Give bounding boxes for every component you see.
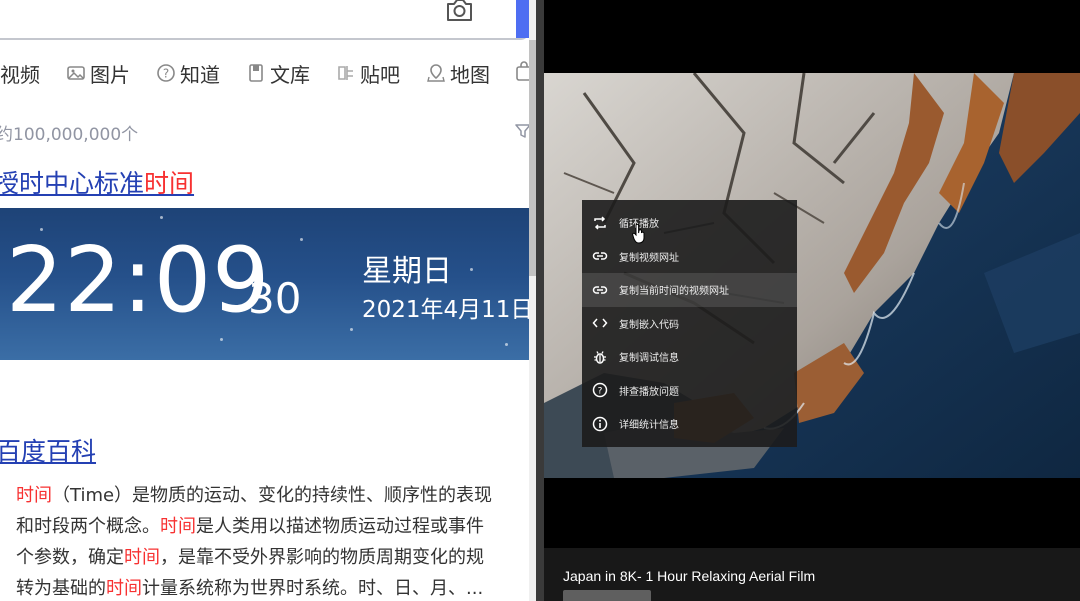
tab-tieba[interactable]: 贴吧	[336, 58, 400, 88]
baike-line: 转为基础的时间计量系统称为世界时系统。时、日、月、...	[16, 573, 536, 601]
menu-item-copy-embed-code[interactable]: 复制嵌入代码	[582, 307, 797, 341]
camera-icon[interactable]	[443, 0, 475, 22]
baike-text-segment: 是人类用以描述物质运动过程或事件	[196, 516, 484, 537]
menu-item-label: 复制视频网址	[619, 252, 679, 264]
baike-line: 个参数，确定时间，是靠不受外界影响的物质周期变化的规	[16, 542, 536, 573]
menu-item-loop[interactable]: 循环播放	[582, 206, 797, 240]
menu-item-copy-video-url[interactable]: 复制视频网址	[582, 240, 797, 274]
menu-item-troubleshoot-playback[interactable]: ? 排查播放问题	[582, 374, 797, 408]
video-info-bar: Japan in 8K- 1 Hour Relaxing Aerial Film	[544, 548, 1080, 601]
context-menu: 循环播放 复制视频网址 复制当前时间的视频网址 复制嵌入代码 复制调试信息 ? …	[582, 200, 797, 447]
baike-abstract: 时间（Time）是物质的运动、变化的持续性、顺序性的表现 和时段两个概念。时间是人…	[16, 480, 536, 601]
menu-item-stats-for-nerds[interactable]: 详细统计信息	[582, 407, 797, 441]
tab-wenku[interactable]: 文库	[246, 58, 310, 88]
keyword-highlight: 时间	[124, 547, 160, 568]
menu-item-label: 复制调试信息	[619, 353, 679, 365]
search-nav-tabs: 视频 图片 ? 知道 文库 贴吧 地图	[0, 58, 536, 88]
keyword-highlight: 时间	[160, 516, 196, 537]
document-icon	[249, 64, 263, 82]
star-decoration	[505, 343, 508, 346]
baike-text-segment: 个参数，确定	[16, 547, 124, 568]
clock-weekday: 星期日	[362, 254, 452, 289]
baike-text-segment: （Time）是物质的运动、变化的持续性、顺序性的表现	[52, 485, 493, 506]
tab-video[interactable]: 视频	[0, 58, 40, 88]
tieba-icon	[338, 66, 353, 80]
info-icon	[592, 416, 608, 432]
baike-title-link[interactable]: 百度百科	[0, 432, 96, 468]
clock-time: 22:09	[6, 228, 271, 333]
star-decoration	[220, 338, 223, 341]
tab-label: 知道	[180, 62, 220, 87]
result-title-link[interactable]: 授时中心标准时间	[0, 164, 194, 200]
tab-label: 图片	[90, 62, 130, 87]
baike-text-segment: 计量系统称为世界时系统。时、日、月、...	[142, 578, 484, 599]
baike-text-segment: ，是靠不受外界影响的物质周期变化的规	[160, 547, 484, 568]
star-decoration	[300, 238, 303, 241]
result-count: 约100,000,000个	[0, 125, 139, 145]
bug-icon	[592, 349, 608, 365]
menu-item-label: 复制当前时间的视频网址	[619, 286, 729, 298]
baike-text-segment: 和时段两个概念。	[16, 516, 160, 537]
result-title-highlight: 时间	[144, 169, 195, 198]
channel-button[interactable]	[563, 590, 651, 601]
video-title[interactable]: Japan in 8K- 1 Hour Relaxing Aerial Film	[563, 568, 815, 584]
result-title-text: 授时中心标准	[0, 169, 145, 198]
scrollbar[interactable]	[529, 0, 536, 601]
menu-item-copy-debug-info[interactable]: 复制调试信息	[582, 340, 797, 374]
star-decoration	[470, 268, 473, 271]
search-button[interactable]	[516, 0, 530, 38]
search-results-pane: 视频 图片 ? 知道 文库 贴吧 地图 约100,000,000个 授时中心标准…	[0, 0, 536, 601]
menu-item-label: 复制嵌入代码	[619, 319, 679, 331]
tab-label: 贴吧	[360, 62, 400, 87]
map-icon	[427, 64, 445, 82]
window-divider[interactable]	[536, 0, 544, 601]
video-player-pane: 循环播放 复制视频网址 复制当前时间的视频网址 复制嵌入代码 复制调试信息 ? …	[544, 0, 1080, 601]
star-decoration	[160, 216, 163, 219]
question-icon: ?	[157, 64, 175, 82]
loop-icon	[592, 215, 608, 231]
tab-image[interactable]: 图片	[66, 58, 130, 88]
svg-text:?: ?	[163, 67, 169, 81]
menu-item-label: 排查播放问题	[619, 386, 679, 398]
keyword-highlight: 时间	[106, 578, 142, 599]
baike-text-segment: 转为基础的	[16, 578, 106, 599]
link-icon	[592, 282, 608, 298]
link-icon	[592, 248, 608, 264]
baike-line: 和时段两个概念。时间是人类用以描述物质运动过程或事件	[16, 511, 536, 542]
star-decoration	[350, 328, 353, 331]
video-frame[interactable]: 循环播放 复制视频网址 复制当前时间的视频网址 复制嵌入代码 复制调试信息 ? …	[544, 73, 1080, 478]
code-icon	[592, 315, 608, 331]
keyword-highlight: 时间	[16, 485, 52, 506]
tab-zhidao[interactable]: ? 知道	[156, 58, 220, 88]
tab-map[interactable]: 地图	[426, 58, 490, 88]
tab-label: 视频	[0, 62, 40, 87]
tab-label: 文库	[270, 62, 310, 87]
clock-widget: 22:09 30 星期日 2021年4月11日	[0, 208, 530, 360]
menu-item-copy-url-at-time[interactable]: 复制当前时间的视频网址	[582, 273, 797, 307]
help-icon: ?	[592, 382, 608, 398]
image-icon	[67, 66, 85, 80]
tab-label: 地图	[450, 62, 490, 87]
scrollbar-thumb[interactable]	[529, 40, 536, 276]
clock-seconds: 30	[248, 274, 302, 323]
svg-text:?: ?	[598, 387, 603, 397]
hand-cursor-icon	[632, 224, 645, 244]
baike-line: 时间（Time）是物质的运动、变化的持续性、顺序性的表现	[16, 480, 536, 511]
clock-date: 2021年4月11日	[362, 297, 530, 323]
menu-item-label: 详细统计信息	[619, 420, 679, 432]
